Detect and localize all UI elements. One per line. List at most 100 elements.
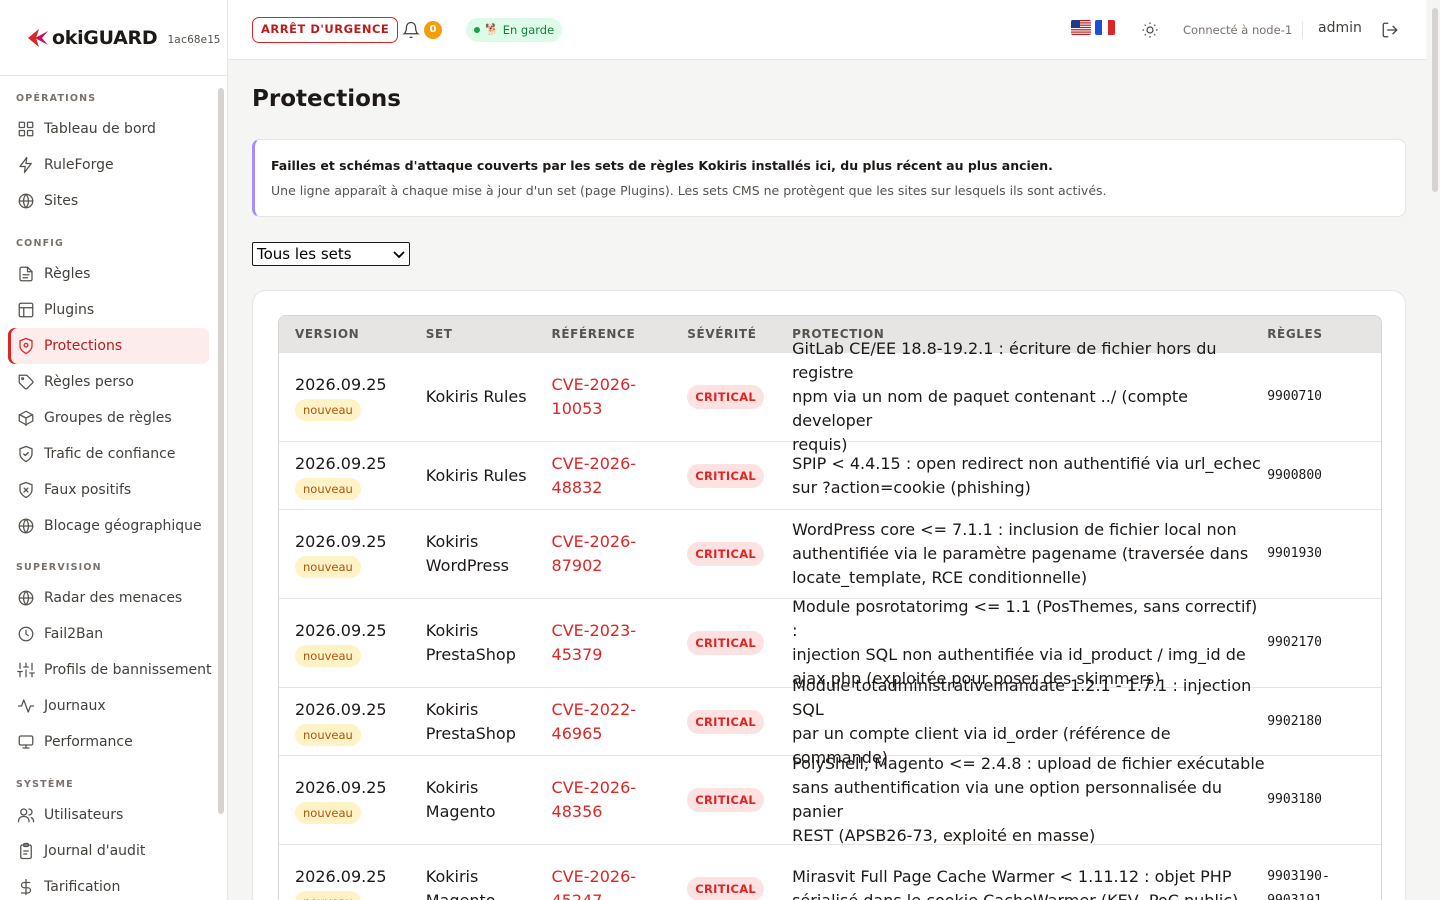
severity-badge: CRITICAL	[687, 788, 765, 812]
sidebar-item-label: Tarification	[44, 879, 121, 895]
sidebar-item-regles-perso[interactable]: Règles perso	[8, 364, 209, 400]
new-badge: nouveau	[295, 645, 361, 667]
reference-link[interactable]: CVE-2026- 10053	[552, 373, 688, 421]
top-bar: ARRÊT D'URGENCE 0 🐕 En garde Connecté à …	[228, 0, 1426, 60]
sidebar-item-tableau-de-bord[interactable]: Tableau de bord	[8, 111, 209, 147]
emergency-stop-button[interactable]: ARRÊT D'URGENCE	[252, 17, 399, 43]
protection-line: GitLab CE/EE 18.8-19.2.1 : écriture de f…	[792, 339, 1217, 382]
version-cell: 2026.09.25 nouveau	[279, 452, 426, 500]
layout-icon	[17, 301, 35, 319]
reference-link[interactable]: CVE-2023- 45379	[552, 619, 688, 667]
table-row: 2026.09.25 nouveau Kokiris Magento CVE-20…	[279, 844, 1381, 900]
column-header-regles[interactable]: RÈGLES	[1267, 327, 1381, 341]
protections-table: VERSION SET RÉFÉRENCE SÉVÉRITÉ PROTECTION RÈG…	[278, 315, 1382, 900]
sidebar-item-label: Radar des menaces	[44, 590, 183, 606]
sidebar-item-label: Journaux	[44, 698, 106, 714]
dollar-icon	[17, 878, 35, 896]
sidebar-item-sites[interactable]: Sites	[8, 183, 209, 219]
sidebar-item-faux-positifs[interactable]: Faux positifs	[8, 472, 209, 508]
new-badge: nouveau	[295, 723, 361, 746]
brand[interactable]: okiGUARD 1ac68e15	[0, 0, 227, 76]
protection-line: authentifiée via le paramètre pagename (…	[792, 544, 1249, 563]
rules-line: 9901930	[1267, 546, 1323, 561]
globe-icon	[17, 192, 35, 210]
brand-name: okiGUARD	[52, 26, 158, 49]
logout-icon[interactable]	[1381, 21, 1399, 43]
rules-cell: 9903190- 9903191	[1267, 865, 1381, 900]
reference-link[interactable]: CVE-2026- 45247	[552, 865, 688, 900]
brand-version: 1ac68e15	[167, 33, 221, 46]
notifications-count-badge[interactable]: 0	[424, 21, 442, 39]
grid-icon	[17, 120, 35, 138]
protection-line: injection SQL non authentifiée via id_pr…	[792, 645, 1246, 664]
user-name[interactable]: admin	[1318, 20, 1362, 36]
sidebar: okiGUARD 1ac68e15 OPÉRATIONS Tableau de …	[0, 0, 228, 900]
sidebar-item-performance[interactable]: Performance	[8, 724, 209, 760]
sidebar-item-tarification[interactable]: Tarification	[8, 869, 209, 900]
globe-icon	[17, 517, 35, 535]
info-box: Failles et schémas d'attaque couverts pa…	[252, 139, 1406, 217]
version-cell: 2026.09.25 nouveau	[279, 698, 426, 746]
set-filter-select[interactable]: Tous les sets	[252, 242, 410, 266]
sidebar-item-blocage-geographique[interactable]: Blocage géographique	[8, 508, 209, 544]
version-cell: 2026.09.25 nouveau	[279, 530, 426, 578]
rules-cell: 9901930	[1267, 542, 1381, 566]
rules-line: 9902170	[1267, 635, 1323, 650]
sidebar-item-label: Utilisateurs	[44, 807, 124, 823]
new-badge: nouveau	[295, 477, 361, 500]
sidebar-item-label: Protections	[44, 338, 123, 354]
sun-icon[interactable]	[1141, 21, 1159, 43]
reference-link[interactable]: CVE-2022- 46965	[552, 698, 688, 746]
sidebar-item-label: Tableau de bord	[44, 121, 156, 137]
reference-link[interactable]: CVE-2026- 48356	[552, 776, 688, 824]
sidebar-item-label: Règles perso	[44, 374, 134, 390]
sidebar-item-protections[interactable]: Protections	[8, 328, 209, 364]
sidebar-item-plugins[interactable]: Plugins	[8, 292, 209, 328]
package-icon	[17, 409, 35, 427]
set-cell: Kokiris Rules	[426, 385, 552, 409]
sidebar-item-groupes-de-regles[interactable]: Groupes de règles	[8, 400, 209, 436]
new-badge: nouveau	[295, 399, 361, 421]
sidebar-item-trafic-de-confiance[interactable]: Trafic de confiance	[8, 436, 209, 472]
column-header-severite[interactable]: SÉVÉRITÉ	[687, 327, 792, 341]
column-header-reference[interactable]: RÉFÉRENCE	[552, 327, 688, 341]
set-cell: Kokiris WordPress	[426, 530, 552, 578]
sidebar-item-journaux[interactable]: Journaux	[8, 688, 209, 724]
severity-badge: CRITICAL	[687, 542, 765, 566]
flag-fr-icon[interactable]	[1095, 20, 1115, 35]
sidebar-item-regles[interactable]: Règles	[8, 256, 209, 292]
sidebar-item-label: Journal d'audit	[44, 843, 146, 859]
ref-line: CVE-2026-	[551, 375, 637, 394]
table-row: 2026.09.25 nouveau Kokiris Rules CVE-202…	[279, 441, 1381, 509]
severity-cell: CRITICAL	[687, 463, 792, 488]
version: 2026.09.25	[295, 532, 387, 551]
column-header-version[interactable]: VERSION	[279, 327, 426, 341]
main-scrollbar[interactable]	[1430, 0, 1440, 900]
new-badge: nouveau	[295, 802, 361, 824]
sidebar-item-radar-des-menaces[interactable]: Radar des menaces	[8, 580, 209, 616]
set-cell: Kokiris Magento	[426, 776, 552, 824]
column-header-set[interactable]: SET	[426, 327, 552, 341]
nav-section-config: CONFIG	[16, 238, 65, 249]
bell-icon[interactable]	[402, 21, 420, 43]
protection-line: locate_template, RCE conditionnelle)	[792, 568, 1088, 587]
sidebar-item-utilisateurs[interactable]: Utilisateurs	[8, 797, 209, 833]
version: 2026.09.25	[295, 778, 387, 797]
rules-line: 9903180	[1267, 792, 1323, 807]
monitor-icon	[17, 733, 35, 751]
sidebar-item-ruleforge[interactable]: RuleForge	[8, 147, 209, 183]
flag-us-icon[interactable]	[1071, 20, 1091, 35]
version: 2026.09.25	[295, 375, 387, 394]
sidebar-scrollbar[interactable]	[218, 88, 224, 814]
sidebar-item-fail2ban[interactable]: Fail2Ban	[8, 616, 209, 652]
bolt-icon	[17, 156, 35, 174]
set-line: PrestaShop	[425, 723, 516, 743]
reference-link[interactable]: CVE-2026- 48832	[552, 452, 688, 500]
severity-cell: CRITICAL	[687, 631, 792, 655]
sidebar-item-profils-de-bannissement[interactable]: Profils de bannissement	[8, 652, 212, 688]
sidebar-item-journal-d-audit[interactable]: Journal d'audit	[8, 833, 209, 869]
sidebar-item-label: Trafic de confiance	[44, 446, 176, 462]
rules-cell: 9902180	[1267, 710, 1381, 734]
reference-link[interactable]: CVE-2026- 87902	[552, 530, 688, 578]
protection-line: npm via un nom de paquet contenant ../ (…	[792, 387, 1189, 430]
